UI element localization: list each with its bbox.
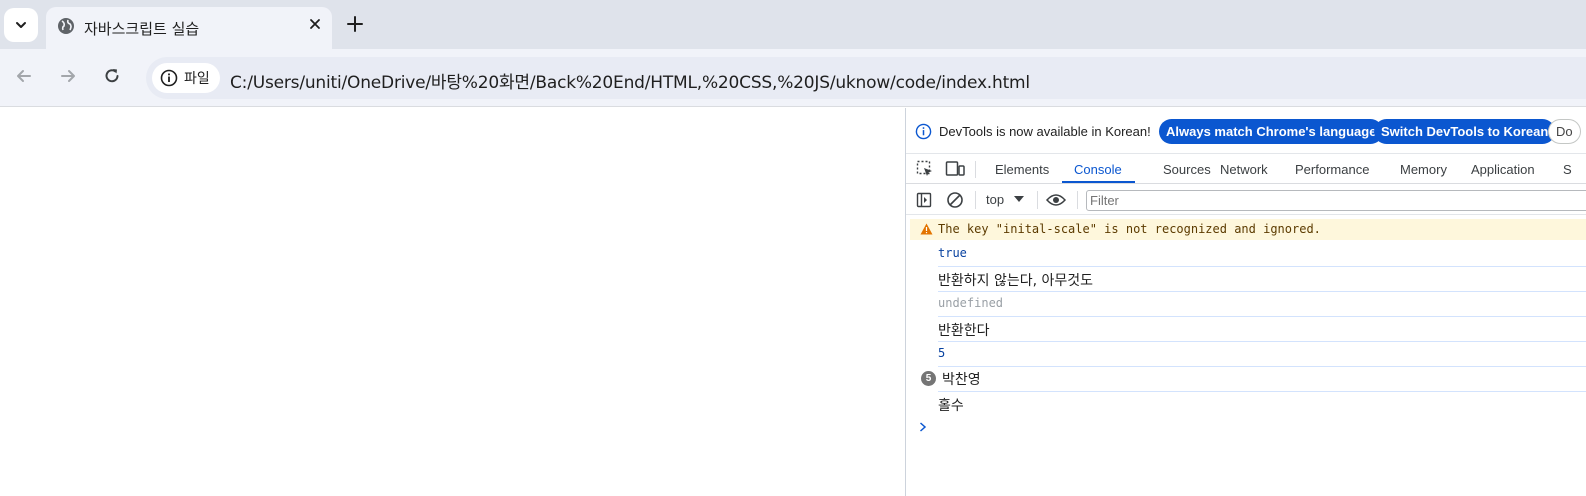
info-icon: [915, 123, 932, 140]
new-tab-icon[interactable]: [345, 14, 365, 34]
reload-icon[interactable]: [102, 66, 122, 86]
log-string: 반환한다: [938, 323, 990, 339]
console-row: true: [938, 242, 1586, 267]
context-selector-label: top: [986, 192, 1005, 207]
tab-application[interactable]: Application: [1471, 162, 1535, 177]
close-icon[interactable]: [308, 17, 322, 31]
tab-strip: 자바스크립트 실습: [0, 0, 1586, 49]
tab-overflow[interactable]: S: [1563, 162, 1572, 177]
console-row: 홀수: [938, 392, 1586, 417]
browser-tab[interactable]: 자바스크립트 실습: [46, 7, 332, 49]
toolbar-divider: [1037, 191, 1038, 209]
console-warning: The key "inital-scale" is not recognized…: [910, 219, 1586, 240]
warning-icon: [920, 223, 933, 235]
browser-toolbar: 파일 C:/Users/uniti/OneDrive/바탕%20화면/Back%…: [0, 49, 1586, 107]
active-tab-indicator: [1062, 181, 1135, 183]
devtools-tabs: Elements Console Sources Network Perform…: [906, 154, 1586, 184]
dont-show-again-button[interactable]: Do: [1548, 119, 1581, 144]
console-toolbar: top: [906, 185, 1586, 215]
filter-input[interactable]: [1087, 191, 1586, 210]
info-icon: [160, 69, 178, 87]
log-string: 박찬영: [942, 372, 981, 388]
tab-elements[interactable]: Elements: [995, 162, 1049, 177]
tab-search-button[interactable]: [4, 8, 38, 42]
device-toolbar-icon[interactable]: [945, 160, 965, 178]
console-filter-field[interactable]: [1086, 190, 1586, 211]
address-bar[interactable]: 파일 C:/Users/uniti/OneDrive/바탕%20화면/Back%…: [146, 57, 1586, 99]
tab-title: 자바스크립트 실습: [84, 20, 200, 38]
console-row: 반환하지 않는다, 아무것도: [938, 267, 1586, 292]
infobar-message: DevTools is now available in Korean!: [939, 124, 1151, 139]
site-info-chip[interactable]: 파일: [152, 63, 220, 93]
sidebar-toggle-icon[interactable]: [916, 192, 932, 208]
switch-to-korean-button[interactable]: Switch DevTools to Korean: [1374, 119, 1556, 144]
log-string: 홀수: [938, 398, 964, 414]
live-expression-eye-icon[interactable]: [1046, 193, 1066, 207]
site-chip-label: 파일: [184, 71, 210, 87]
repeat-count-badge: 5: [921, 371, 936, 386]
toolbar-divider: [1077, 191, 1078, 209]
console-prompt-chevron-icon[interactable]: [919, 422, 927, 432]
globe-icon: [58, 18, 74, 34]
tab-performance[interactable]: Performance: [1295, 162, 1369, 177]
back-arrow-icon[interactable]: [14, 66, 34, 86]
triangle-down-icon: [1013, 196, 1024, 202]
log-boolean: true: [938, 246, 967, 260]
url-text[interactable]: C:/Users/uniti/OneDrive/바탕%20화면/Back%20E…: [230, 68, 1030, 93]
tab-memory[interactable]: Memory: [1400, 162, 1447, 177]
log-string: 반환하지 않는다, 아무것도: [938, 273, 1094, 289]
clear-console-icon[interactable]: [946, 191, 964, 209]
console-row: 박찬영: [938, 367, 1586, 392]
tab-network[interactable]: Network: [1220, 162, 1268, 177]
context-selector[interactable]: top: [986, 192, 1024, 207]
console-row: undefined: [938, 292, 1586, 317]
always-match-language-button[interactable]: Always match Chrome's language: [1159, 119, 1384, 144]
console-row: 5: [938, 342, 1586, 367]
warning-message: The key "inital-scale" is not recognized…: [938, 222, 1321, 236]
console-row: 반환한다: [938, 317, 1586, 342]
tab-console[interactable]: Console: [1074, 162, 1122, 177]
inspect-element-icon[interactable]: [916, 160, 934, 178]
devtools-panel: DevTools is now available in Korean! Alw…: [905, 108, 1586, 496]
log-undefined: undefined: [938, 296, 1004, 310]
page-viewport: [0, 108, 905, 496]
devtools-language-infobar: DevTools is now available in Korean! Alw…: [906, 108, 1586, 154]
toolbar-divider: [975, 191, 976, 209]
log-number: 5: [938, 346, 946, 360]
forward-arrow-icon[interactable]: [58, 66, 78, 86]
chevron-down-icon: [16, 22, 26, 28]
tab-sources[interactable]: Sources: [1163, 162, 1211, 177]
toolbar-divider: [975, 161, 976, 178]
